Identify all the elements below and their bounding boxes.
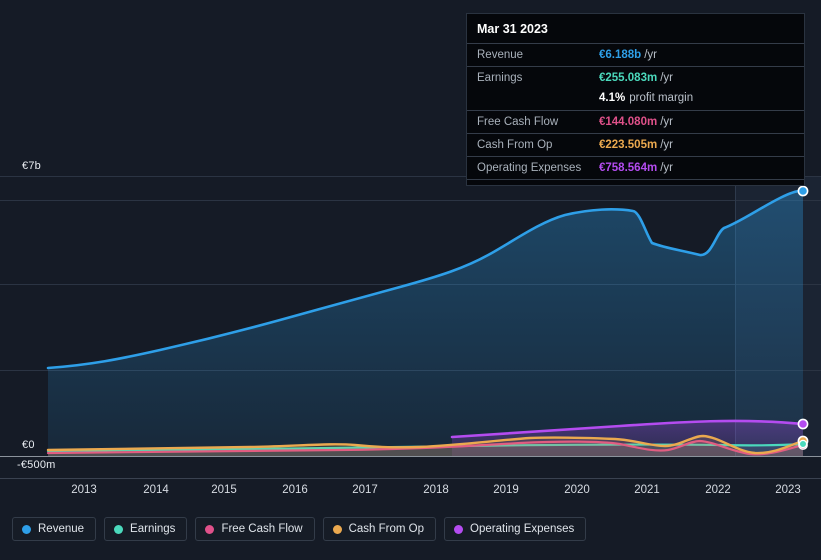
- legend-dot-cash-from-op-icon: [332, 524, 342, 534]
- x-tick-2022: 2022: [705, 484, 731, 496]
- tooltip-row-profit-margin: 4.1% profit margin: [467, 89, 804, 110]
- legend-dot-revenue-icon: [22, 524, 31, 534]
- tooltip-unit-earnings: /yr: [660, 71, 673, 84]
- tooltip-value-operating-expenses: €758.564m: [599, 161, 658, 174]
- chart-legend: Revenue Earnings Free Cash Flow Cash Fro…: [12, 517, 587, 541]
- legend-item-operating-expenses[interactable]: Operating Expenses: [444, 517, 587, 541]
- tooltip-label-free-cash-flow: Free Cash Flow: [477, 115, 559, 128]
- legend-label-free-cash-flow: Free Cash Flow: [221, 523, 303, 535]
- legend-label-cash-from-op: Cash From Op: [348, 523, 425, 535]
- legend-label-earnings: Earnings: [130, 523, 176, 535]
- legend-dot-earnings-icon: [114, 524, 124, 534]
- tooltip-unit-operating-expenses: /yr: [660, 161, 673, 174]
- tooltip-label-revenue: Revenue: [477, 48, 524, 61]
- legend-label-revenue: Revenue: [38, 523, 85, 535]
- tooltip-row-free-cash-flow: Free Cash Flow €144.080m /yr: [467, 110, 804, 133]
- x-tick-2023: 2023: [775, 484, 801, 496]
- tooltip-bottom-rule: [467, 179, 804, 185]
- legend-item-earnings[interactable]: Earnings: [104, 517, 188, 541]
- tooltip-profit-margin-value: 4.1%: [599, 92, 626, 104]
- x-tick-2015: 2015: [211, 484, 237, 496]
- legend-label-operating-expenses: Operating Expenses: [470, 523, 575, 535]
- tooltip-row-operating-expenses: Operating Expenses €758.564m /yr: [467, 156, 804, 179]
- x-tick-2013: 2013: [71, 484, 97, 496]
- x-tick-2018: 2018: [423, 484, 449, 496]
- tooltip-row-cash-from-op: Cash From Op €223.505m /yr: [467, 133, 804, 156]
- x-tick-2014: 2014: [143, 484, 169, 496]
- tooltip-value-revenue: €6.188b: [599, 48, 642, 61]
- x-tick-2020: 2020: [564, 484, 590, 496]
- tooltip-label-earnings: Earnings: [477, 71, 523, 84]
- tooltip-row-earnings: Earnings €255.083m /yr: [467, 66, 804, 89]
- x-tick-2019: 2019: [493, 484, 519, 496]
- tooltip-unit-revenue: /yr: [644, 48, 657, 61]
- x-tick-2021: 2021: [634, 484, 660, 496]
- legend-dot-operating-expenses-icon: [454, 524, 464, 534]
- tooltip-label-operating-expenses: Operating Expenses: [477, 161, 582, 174]
- x-tick-2017: 2017: [352, 484, 378, 496]
- operating-expenses-endpoint-marker: [797, 418, 809, 430]
- revenue-endpoint-marker: [797, 185, 809, 197]
- tooltip-value-free-cash-flow: €144.080m: [599, 115, 658, 128]
- tooltip-date: Mar 31 2023: [477, 22, 548, 36]
- tooltip-value-earnings: €255.083m: [599, 71, 658, 84]
- plot-area: [0, 160, 821, 479]
- x-axis-line: [0, 478, 821, 479]
- y-axis-label-bottom: -€500m: [17, 459, 56, 471]
- legend-item-revenue[interactable]: Revenue: [12, 517, 97, 541]
- financial-chart: €7b €0 -€500m 2013 2014 2015 2016 2017 2…: [0, 0, 821, 560]
- legend-dot-free-cash-flow-icon: [205, 524, 215, 534]
- tooltip-value-cash-from-op: €223.505m: [599, 138, 658, 151]
- tooltip-row-revenue: Revenue €6.188b /yr: [467, 43, 804, 66]
- legend-item-cash-from-op[interactable]: Cash From Op: [322, 517, 437, 541]
- series-svg: [46, 185, 809, 456]
- y-axis-label-zero: €0: [22, 439, 35, 451]
- chart-tooltip: Mar 31 2023 Revenue €6.188b /yr Earnings…: [466, 13, 805, 186]
- tooltip-unit-cash-from-op: /yr: [660, 138, 673, 151]
- earnings-endpoint-marker: [798, 439, 808, 449]
- tooltip-label-cash-from-op: Cash From Op: [477, 138, 553, 151]
- y-axis-label-top: €7b: [22, 160, 41, 172]
- x-axis-labels: 2013 2014 2015 2016 2017 2018 2019 2020 …: [0, 484, 821, 500]
- legend-item-free-cash-flow[interactable]: Free Cash Flow: [195, 517, 315, 541]
- tooltip-profit-margin-label: profit margin: [629, 92, 694, 104]
- tooltip-unit-free-cash-flow: /yr: [660, 115, 673, 128]
- x-tick-2016: 2016: [282, 484, 308, 496]
- revenue-area: [48, 190, 803, 456]
